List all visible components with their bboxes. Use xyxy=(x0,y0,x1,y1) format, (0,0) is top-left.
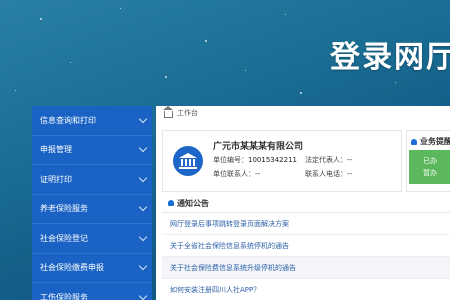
sidebar-item-label: 社会保险缴费申报 xyxy=(40,263,104,273)
notice-item[interactable]: 关于社会保险费信息系统升级停机的通告 xyxy=(162,257,450,279)
unit-info-card: 广元市某某某有限公司 单位编号：10015342211 法定代表人：-- 单位联… xyxy=(162,130,402,192)
business-done-label: 已办 xyxy=(423,157,437,165)
chevron-down-icon xyxy=(138,291,148,300)
sidebar-item-injury[interactable]: 工伤保险服务 xyxy=(32,283,152,300)
sparkle xyxy=(70,62,71,63)
business-pending-label: 暂办 xyxy=(423,169,437,177)
sparkle xyxy=(165,76,167,78)
sidebar-item-pension[interactable]: 养老保险服务 xyxy=(32,195,152,224)
contact-phone-value: -- xyxy=(347,170,353,178)
main-content: 工作台 广元市某某某有限公司 单位编号：10015342211 法定代表人：-- xyxy=(156,105,450,300)
notice-item[interactable]: 关于全省社会保险信息系统停机的通告 xyxy=(162,235,450,257)
legal-rep-value: -- xyxy=(347,156,353,164)
chevron-down-icon xyxy=(138,114,148,123)
unit-code-label: 单位编号： xyxy=(213,156,248,164)
unit-code-value: 10015342211 xyxy=(248,156,297,164)
screenshot-stage: 登录网厅 信息查询和打印 申报管理 证明打印 养老保险服务 社会保险登记 社会保… xyxy=(0,0,450,300)
sparkle xyxy=(205,40,207,42)
chevron-down-icon xyxy=(138,144,148,153)
sidebar-item-label: 证明打印 xyxy=(40,174,72,184)
sidebar-nav: 信息查询和打印 申报管理 证明打印 养老保险服务 社会保险登记 社会保险缴费申报… xyxy=(32,106,152,300)
sidebar-item-declaration[interactable]: 申报管理 xyxy=(32,136,152,165)
bell-icon xyxy=(168,200,174,206)
sparkle xyxy=(285,14,286,15)
business-reminder-title: 业务提醒 xyxy=(411,136,450,147)
sidebar-item-label: 养老保险服务 xyxy=(40,204,88,214)
sidebar-item-label: 申报管理 xyxy=(40,145,72,155)
chevron-down-icon xyxy=(138,173,148,182)
institution-emblem-icon xyxy=(173,146,203,176)
sparkle xyxy=(40,18,42,20)
chevron-down-icon xyxy=(138,232,148,241)
notice-header: 通知公告 xyxy=(162,194,450,213)
unit-contact-row: 单位联系人：-- xyxy=(213,169,260,179)
sidebar-item-label: 信息查询和打印 xyxy=(40,115,96,125)
login-watermark-text: 登录网厅 xyxy=(330,40,450,75)
sidebar-item-contribution[interactable]: 社会保险缴费申报 xyxy=(32,254,152,283)
contact-phone-label: 联系人电话： xyxy=(305,170,347,178)
sidebar-item-label: 工伤保险服务 xyxy=(40,292,88,300)
chevron-down-icon xyxy=(138,203,148,212)
bell-icon xyxy=(411,138,417,145)
unit-contact-label: 单位联系人： xyxy=(213,170,255,178)
notice-panel: 通知公告 网厅登录后事项跳转登录页面解决方案 关于全省社会保险信息系统停机的通告… xyxy=(162,194,450,300)
breadcrumb: 工作台 xyxy=(156,105,198,120)
contact-phone-row: 联系人电话：-- xyxy=(305,169,352,179)
sparkle xyxy=(395,82,396,83)
breadcrumb-label[interactable]: 工作台 xyxy=(177,108,198,118)
business-status-button[interactable]: 已办 暂办 xyxy=(409,150,450,184)
sparkle xyxy=(15,90,16,91)
sidebar-item-certificate-print[interactable]: 证明打印 xyxy=(32,165,152,195)
sidebar-item-info-query[interactable]: 信息查询和打印 xyxy=(32,106,152,136)
notice-item[interactable]: 网厅登录后事项跳转登录页面解决方案 xyxy=(162,213,450,235)
sparkle xyxy=(245,70,246,71)
notice-title: 通知公告 xyxy=(177,198,209,208)
business-reminder-card: 业务提醒 已办 暂办 xyxy=(406,130,450,192)
notice-item[interactable]: 如何安装注册四川人社APP？ xyxy=(162,279,450,300)
home-icon xyxy=(163,105,173,118)
business-reminder-label: 业务提醒 xyxy=(420,137,450,146)
sparkle xyxy=(120,8,121,9)
sparkle xyxy=(300,92,302,94)
unit-contact-value: -- xyxy=(255,170,261,178)
legal-rep-row: 法定代表人：-- xyxy=(305,155,352,165)
sidebar-item-registration[interactable]: 社会保险登记 xyxy=(32,224,152,254)
unit-code-row: 单位编号：10015342211 xyxy=(213,155,297,165)
sidebar-item-label: 社会保险登记 xyxy=(40,233,88,243)
legal-rep-label: 法定代表人： xyxy=(305,156,347,164)
chevron-down-icon xyxy=(138,262,148,271)
unit-name: 广元市某某某有限公司 xyxy=(213,142,304,152)
